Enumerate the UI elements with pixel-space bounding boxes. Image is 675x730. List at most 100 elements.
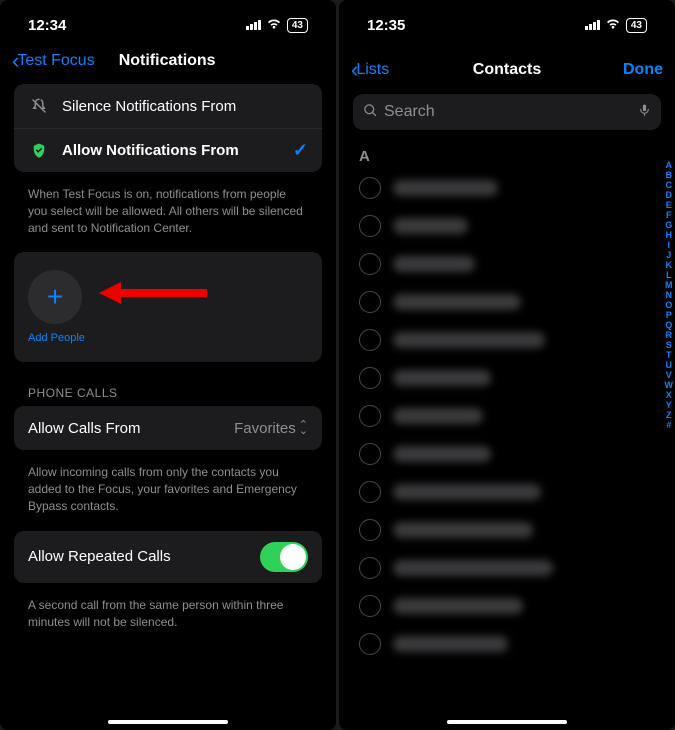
repeated-calls-toggle[interactable] <box>260 542 308 572</box>
radio-unchecked-icon[interactable] <box>359 215 381 237</box>
status-bar: 12:34 43 <box>0 0 336 42</box>
index-letter[interactable]: O <box>665 300 674 310</box>
nav-bar: ‹ Test Focus Notifications <box>0 42 336 84</box>
search-bar[interactable] <box>353 94 661 130</box>
index-letter[interactable]: X <box>665 390 674 400</box>
contact-name-redacted <box>393 294 521 310</box>
contact-row[interactable] <box>359 397 661 435</box>
contact-row[interactable] <box>359 473 661 511</box>
index-letter[interactable]: D <box>665 190 674 200</box>
radio-unchecked-icon[interactable] <box>359 291 381 313</box>
index-letter[interactable]: E <box>665 200 674 210</box>
search-input[interactable] <box>384 103 632 121</box>
contact-row[interactable] <box>359 207 661 245</box>
index-letter[interactable]: P <box>665 310 674 320</box>
alpha-index[interactable]: ABCDEFGHIJKLMNOPQRSTUVWXYZ# <box>665 160 674 430</box>
status-right: 43 <box>246 17 308 33</box>
index-letter[interactable]: J <box>665 250 674 260</box>
repeated-calls-card: Allow Repeated Calls <box>14 531 322 583</box>
contact-row[interactable] <box>359 587 661 625</box>
index-letter[interactable]: G <box>665 220 674 230</box>
index-letter[interactable]: F <box>665 210 674 220</box>
search-icon <box>363 103 378 122</box>
allow-calls-from-row[interactable]: Allow Calls From Favorites ⌃⌄ <box>14 406 322 450</box>
contact-row[interactable] <box>359 625 661 663</box>
radio-unchecked-icon[interactable] <box>359 519 381 541</box>
contact-name-redacted <box>393 256 475 272</box>
bell-slash-icon <box>28 97 50 115</box>
contact-name-redacted <box>393 218 468 234</box>
index-letter[interactable]: Y <box>665 400 674 410</box>
calls-from-label: Allow Calls From <box>28 420 234 437</box>
index-letter[interactable]: K <box>665 260 674 270</box>
battery-icon: 43 <box>626 18 647 33</box>
index-letter[interactable]: A <box>665 160 674 170</box>
battery-icon: 43 <box>287 18 308 33</box>
radio-unchecked-icon[interactable] <box>359 443 381 465</box>
status-time: 12:34 <box>28 17 66 34</box>
radio-unchecked-icon[interactable] <box>359 177 381 199</box>
home-indicator[interactable] <box>447 720 567 724</box>
radio-unchecked-icon[interactable] <box>359 481 381 503</box>
contact-row[interactable] <box>359 321 661 359</box>
phone-left-notifications: 12:34 43 ‹ Test Focus Notifications Sile… <box>0 0 336 730</box>
contact-row[interactable] <box>359 283 661 321</box>
home-indicator[interactable] <box>108 720 228 724</box>
index-letter[interactable]: R <box>665 330 674 340</box>
allow-from-row[interactable]: Allow Notifications From ✓ <box>14 128 322 172</box>
mode-description: When Test Focus is on, notifications fro… <box>14 180 322 252</box>
notification-mode-card: Silence Notifications From Allow Notific… <box>14 84 322 172</box>
silence-from-row[interactable]: Silence Notifications From <box>14 84 322 128</box>
annotation-arrow <box>99 278 209 308</box>
page-title: Contacts <box>473 61 541 79</box>
status-bar: 12:35 43 <box>339 0 675 42</box>
index-letter[interactable]: S <box>665 340 674 350</box>
shield-check-icon <box>28 142 50 160</box>
mic-icon[interactable] <box>638 102 651 122</box>
radio-unchecked-icon[interactable] <box>359 595 381 617</box>
contact-row[interactable] <box>359 549 661 587</box>
repeated-calls-row: Allow Repeated Calls <box>14 531 322 583</box>
repeated-description: A second call from the same person withi… <box>14 591 322 647</box>
radio-unchecked-icon[interactable] <box>359 253 381 275</box>
radio-unchecked-icon[interactable] <box>359 329 381 351</box>
index-letter[interactable]: I <box>665 240 674 250</box>
index-letter[interactable]: C <box>665 180 674 190</box>
updown-chevron-icon: ⌃⌄ <box>299 422 308 435</box>
index-letter[interactable]: U <box>665 360 674 370</box>
add-people-button[interactable]: + <box>28 270 82 324</box>
index-letter[interactable]: W <box>665 380 674 390</box>
done-button[interactable]: Done <box>623 61 663 79</box>
radio-unchecked-icon[interactable] <box>359 633 381 655</box>
back-label: Lists <box>356 61 389 79</box>
contact-row[interactable] <box>359 245 661 283</box>
page-title: Notifications <box>119 52 216 70</box>
index-letter[interactable]: L <box>665 270 674 280</box>
index-letter[interactable]: T <box>665 350 674 360</box>
wifi-icon <box>266 17 282 33</box>
contact-row[interactable] <box>359 511 661 549</box>
contact-row[interactable] <box>359 169 661 207</box>
index-letter[interactable]: Q <box>665 320 674 330</box>
radio-unchecked-icon[interactable] <box>359 367 381 389</box>
back-button[interactable]: ‹ Test Focus <box>12 50 95 72</box>
index-letter[interactable]: # <box>665 420 674 430</box>
index-letter[interactable]: B <box>665 170 674 180</box>
index-letter[interactable]: M <box>665 280 674 290</box>
index-letter[interactable]: Z <box>665 410 674 420</box>
radio-unchecked-icon[interactable] <box>359 557 381 579</box>
index-letter[interactable]: H <box>665 230 674 240</box>
plus-icon: + <box>47 281 63 313</box>
add-people-card: + Add People <box>14 252 322 362</box>
contact-row[interactable] <box>359 359 661 397</box>
back-button[interactable]: ‹ Lists <box>351 59 389 81</box>
radio-unchecked-icon[interactable] <box>359 405 381 427</box>
add-people-label: Add People <box>28 332 85 344</box>
index-letter[interactable]: N <box>665 290 674 300</box>
contact-name-redacted <box>393 522 533 538</box>
nav-bar: ‹ Lists Contacts Done <box>339 42 675 94</box>
back-label: Test Focus <box>17 52 94 70</box>
contact-row[interactable] <box>359 435 661 473</box>
calls-from-value: Favorites ⌃⌄ <box>234 420 308 437</box>
index-letter[interactable]: V <box>665 370 674 380</box>
